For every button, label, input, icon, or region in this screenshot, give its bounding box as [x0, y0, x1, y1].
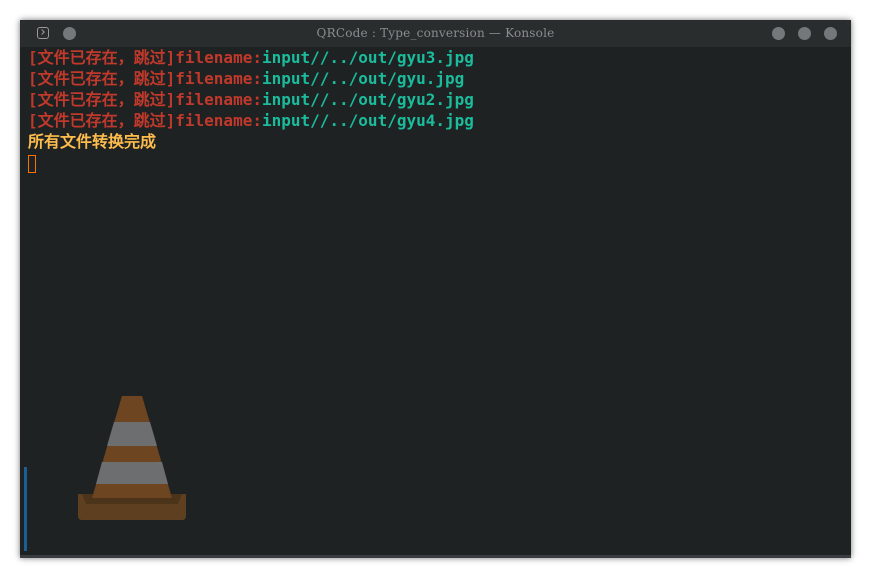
completion-message: 所有文件转换完成: [28, 132, 157, 151]
terminal-output[interactable]: [文件已存在，跳过]filename:input//../out/gyu3.jp…: [28, 47, 843, 173]
output-line: [文件已存在，跳过]filename:input//../out/gyu.jpg: [28, 68, 843, 89]
window-title: QRCode : Type_conversion — Konsole: [316, 26, 555, 40]
window-bottom-edge: [20, 555, 851, 558]
skip-message: [文件已存在，跳过]filename:: [28, 48, 262, 67]
close-icon[interactable]: [824, 27, 837, 40]
minimize-icon[interactable]: [772, 27, 785, 40]
konsole-window: QRCode : Type_conversion — Konsole [文件已存…: [20, 20, 851, 558]
title-bar[interactable]: QRCode : Type_conversion — Konsole: [20, 20, 851, 47]
file-path: input//../out/gyu2.jpg: [261, 90, 474, 109]
file-path: input//../out/gyu4.jpg: [261, 111, 474, 130]
maximize-icon[interactable]: [798, 27, 811, 40]
file-path: input//../out/gyu3.jpg: [261, 48, 474, 67]
vlc-cone-icon: [78, 396, 186, 520]
skip-message: [文件已存在，跳过]filename:: [28, 111, 262, 130]
skip-message: [文件已存在，跳过]filename:: [28, 69, 262, 88]
output-line: [文件已存在，跳过]filename:input//../out/gyu4.jp…: [28, 110, 843, 131]
file-path: input//../out/gyu.jpg: [261, 69, 465, 88]
output-line: [文件已存在，跳过]filename:input//../out/gyu2.jp…: [28, 89, 843, 110]
text-cursor: [28, 155, 36, 173]
skip-message: [文件已存在，跳过]filename:: [28, 90, 262, 109]
prompt-line: [28, 152, 843, 173]
output-line: [文件已存在，跳过]filename:input//../out/gyu3.jp…: [28, 47, 843, 68]
scroll-marker: [24, 467, 27, 551]
